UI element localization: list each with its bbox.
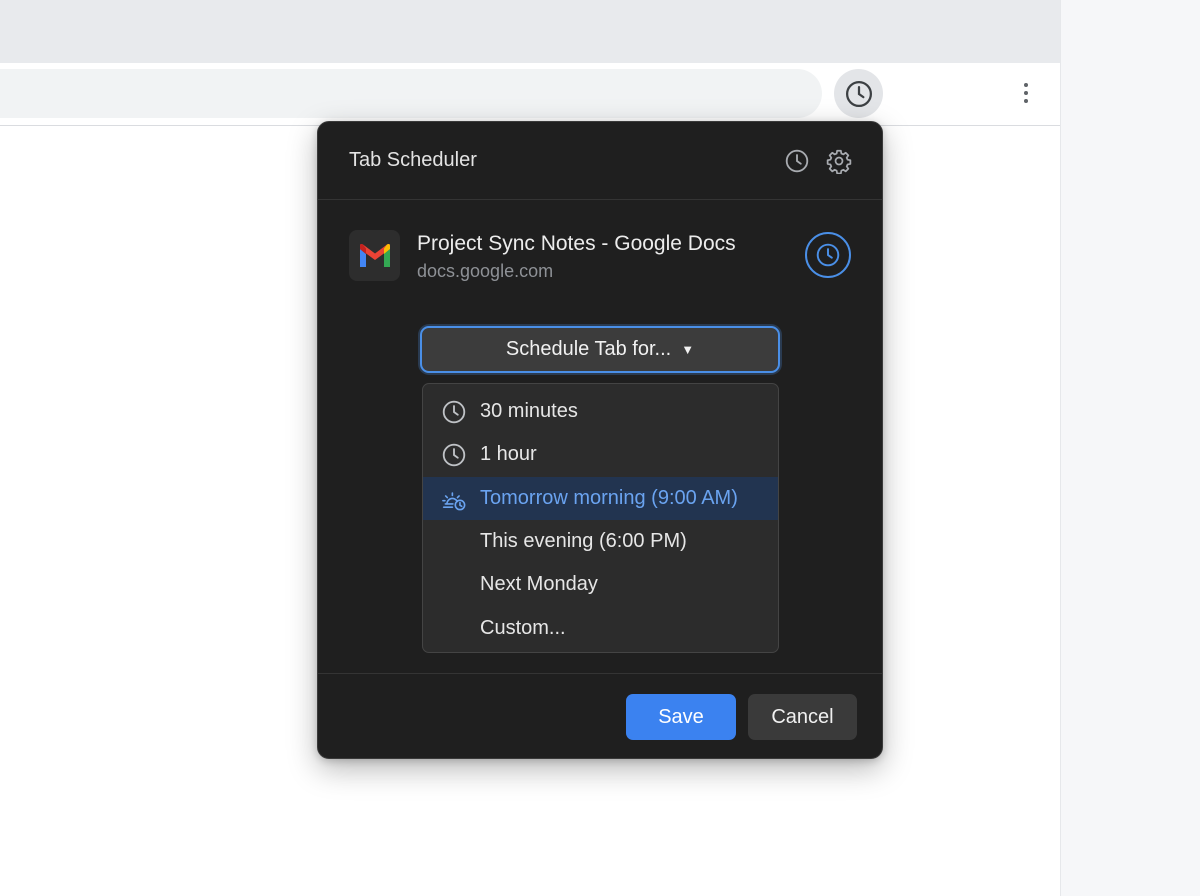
- menu-item-label: 30 minutes: [480, 400, 578, 423]
- tab-url: docs.google.com: [417, 261, 554, 281]
- menu-item-this-evening[interactable]: This evening (6:00 PM): [423, 520, 778, 563]
- clock-icon: [816, 243, 840, 267]
- sunrise-clock-icon: [442, 491, 466, 511]
- menu-item-custom[interactable]: Custom...: [423, 606, 778, 649]
- menu-item-1-hour[interactable]: 1 hour: [423, 433, 778, 476]
- menu-item-tomorrow-morning[interactable]: Tomorrow morning (9:00 AM): [423, 476, 778, 520]
- current-tab-info: Project Sync Notes - Google Docs docs.go…: [349, 230, 854, 286]
- menu-item-next-monday[interactable]: Next Monday: [423, 563, 778, 606]
- gmail-m-icon: [349, 230, 400, 281]
- schedule-tab-dropdown-button[interactable]: Schedule Tab for... ▼: [420, 326, 780, 373]
- address-bar[interactable]: [0, 69, 822, 118]
- schedule-options-menu: 30 minutes 1 hour Tomorrow morning (9:00…: [422, 383, 779, 653]
- menu-item-30-minutes[interactable]: 30 minutes: [423, 390, 778, 433]
- three-dot-menu-icon[interactable]: [1014, 77, 1038, 109]
- gear-icon[interactable]: [826, 148, 852, 174]
- menu-item-label: Custom...: [480, 616, 566, 639]
- tab-strip: [0, 0, 1060, 63]
- clock-icon[interactable]: [784, 148, 810, 174]
- schedule-button-label: Schedule Tab for...: [505, 338, 672, 360]
- menu-item-label: 1 hour: [480, 443, 537, 466]
- clock-icon: [442, 444, 466, 467]
- menu-item-label: Tomorrow morning (9:00 AM): [480, 486, 738, 509]
- tab-scheduler-popup: Tab Scheduler Project Sync Notes - Googl…: [317, 121, 883, 759]
- save-button[interactable]: Save: [626, 694, 736, 740]
- caret-down-icon: ▼: [681, 342, 695, 357]
- tab-title: Project Sync Notes - Google Docs: [417, 232, 736, 255]
- extension-button[interactable]: [834, 69, 883, 118]
- popup-footer: Save Cancel: [318, 673, 882, 759]
- schedule-clock-button[interactable]: [805, 232, 851, 278]
- menu-item-label: Next Monday: [480, 573, 598, 596]
- popup-title: Tab Scheduler: [349, 149, 477, 171]
- popup-header: Tab Scheduler: [318, 122, 882, 200]
- cancel-button[interactable]: Cancel: [748, 694, 857, 740]
- clock-icon: [442, 400, 466, 424]
- clock-icon: [845, 80, 872, 107]
- menu-item-label: This evening (6:00 PM): [480, 530, 687, 553]
- browser-toolbar: [0, 63, 1060, 126]
